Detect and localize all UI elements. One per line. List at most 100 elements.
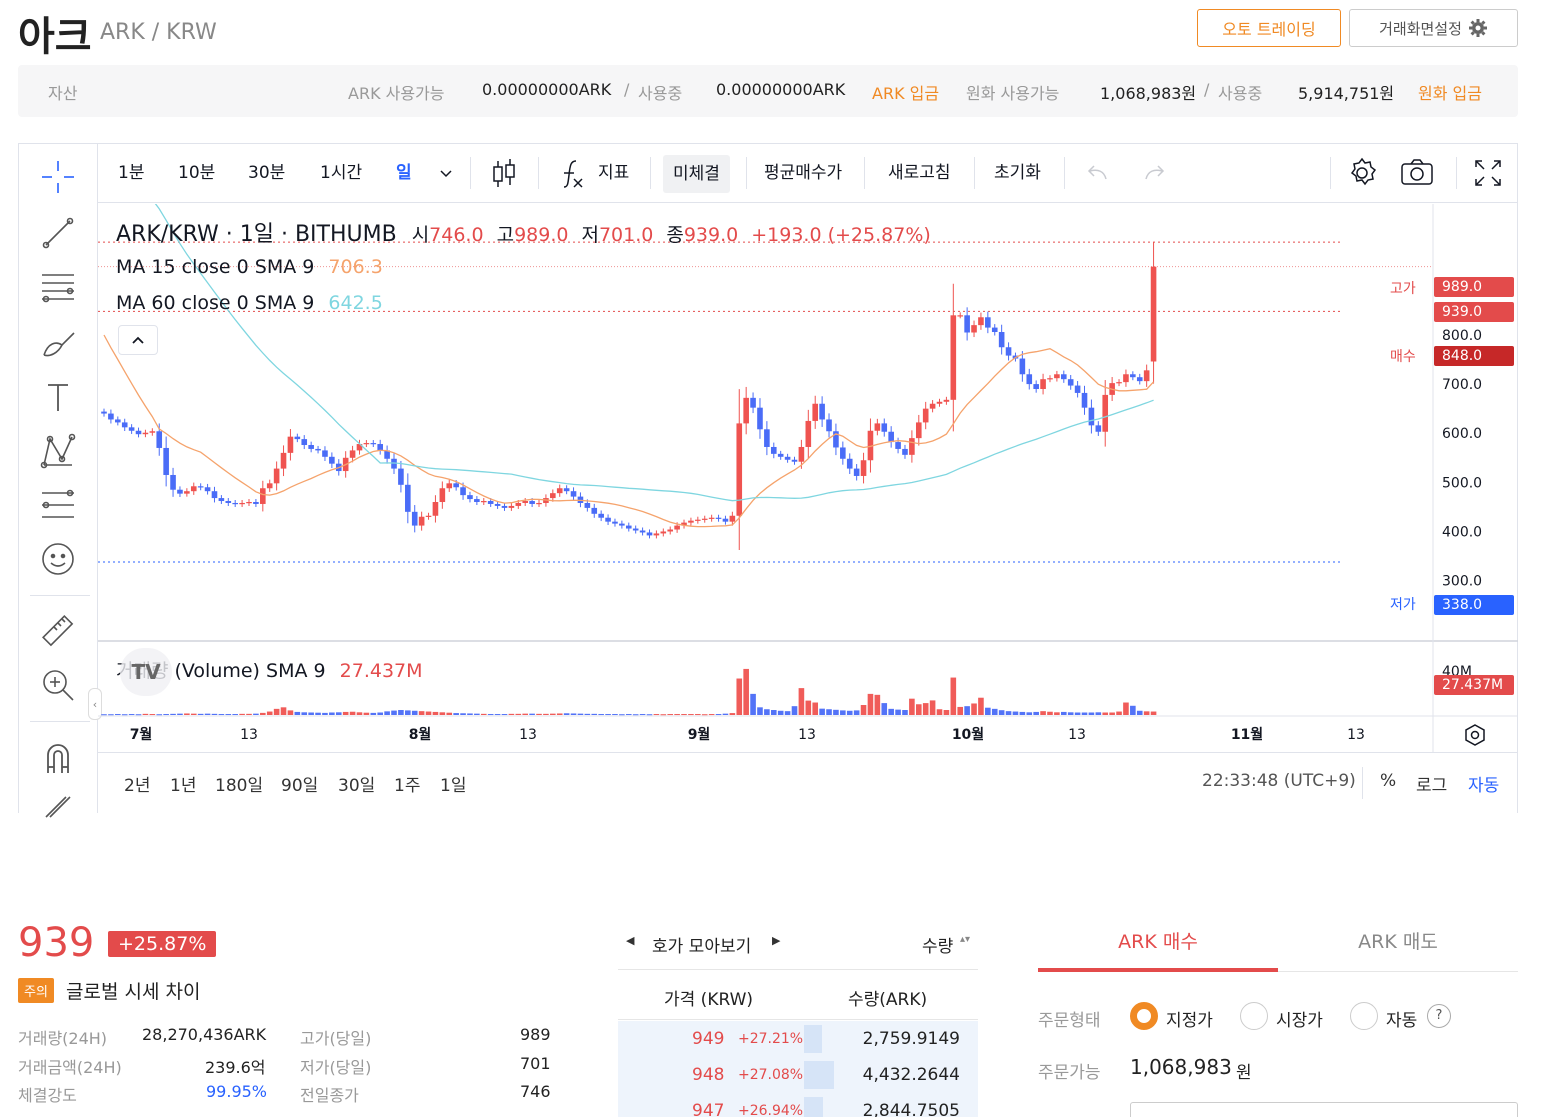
interval-1h[interactable]: 1시간: [320, 143, 362, 203]
crosshair-icon[interactable]: [40, 159, 76, 195]
reset-button[interactable]: 초기화: [994, 143, 1041, 203]
undo-icon[interactable]: [1086, 143, 1110, 203]
x-tick-label: 13: [798, 727, 816, 743]
screenshot-camera-icon[interactable]: [1400, 143, 1434, 203]
y-tick-label: 500.0: [1442, 475, 1482, 491]
volume-bar: [135, 714, 142, 716]
volume-bar: [770, 710, 777, 715]
coin-pair: ARK / KRW: [100, 20, 217, 45]
radio-market[interactable]: [1240, 1002, 1268, 1030]
magnet-icon[interactable]: [40, 741, 76, 777]
candle-body: [819, 403, 825, 420]
orderbook-row[interactable]: 948 +27.08% 4,432.2644: [618, 1057, 978, 1093]
pattern-icon[interactable]: [40, 433, 76, 469]
brush-icon[interactable]: [40, 325, 76, 361]
row-change: +27.08%: [738, 1067, 804, 1083]
candle-body: [405, 484, 411, 512]
volume-bar: [487, 714, 494, 716]
candle-body: [322, 450, 328, 457]
range-1w[interactable]: 1주: [394, 771, 420, 796]
refresh-button[interactable]: 새로고침: [888, 143, 951, 203]
interval-30m[interactable]: 30분: [248, 143, 285, 203]
volume-bar: [294, 711, 301, 715]
auto-trading-button[interactable]: 오토 트레이딩: [1197, 9, 1341, 47]
candle-body: [522, 501, 529, 503]
volume-bar: [439, 712, 446, 715]
krw-in-use-value: 5,914,751원: [1298, 84, 1395, 103]
collapse-legend-chevron-up-icon[interactable]: [118, 325, 158, 355]
indicators-fx-icon[interactable]: [558, 143, 588, 203]
candle-body: [964, 315, 970, 333]
volume-bar: [667, 714, 674, 716]
ark-deposit-link[interactable]: ARK 입금: [872, 80, 939, 104]
trend-line-icon[interactable]: [40, 215, 76, 251]
candle-body: [1116, 382, 1122, 384]
orderbook-row[interactable]: 949 +27.21% 2,759.9149: [618, 1021, 978, 1057]
sort-icon[interactable]: ▴▾: [960, 934, 970, 945]
price-input[interactable]: [1130, 1102, 1518, 1117]
radio-limit[interactable]: [1130, 1002, 1158, 1030]
volume-bar: [598, 714, 604, 716]
legend-high: 989.0: [514, 224, 569, 246]
range-90d[interactable]: 90일: [281, 771, 318, 796]
auto-scale-toggle[interactable]: 자동: [1468, 771, 1499, 796]
avg-buy-price-button[interactable]: 평균매수가: [764, 143, 842, 203]
candle-body: [260, 488, 266, 504]
volume-bar: [287, 710, 294, 715]
candle-body: [563, 488, 570, 492]
ma60-line: [154, 204, 1154, 502]
qty-toggle[interactable]: 수량: [922, 932, 953, 957]
range-1y[interactable]: 1년: [170, 771, 196, 796]
redo-icon[interactable]: [1142, 143, 1166, 203]
candle-body: [957, 315, 964, 317]
interval-dropdown-chevron-down-icon[interactable]: [438, 143, 454, 203]
help-question-icon[interactable]: ?: [1427, 1004, 1451, 1028]
toolbar-divider: [30, 595, 90, 596]
range-30d[interactable]: 30일: [338, 771, 375, 796]
log-scale-toggle[interactable]: 로그: [1416, 771, 1447, 796]
chart-settings-gear-icon[interactable]: [1346, 143, 1378, 203]
orderbook-row[interactable]: 947 +26.94% 2,844.7505: [618, 1093, 978, 1117]
candle-body: [128, 427, 135, 431]
interval-1m[interactable]: 1분: [118, 143, 144, 203]
tab-sell[interactable]: ARK 매도: [1278, 918, 1518, 972]
ruler-icon[interactable]: [40, 613, 76, 649]
unfilled-orders-button[interactable]: 미체결: [663, 155, 730, 193]
time-axis-settings-icon[interactable]: [1462, 722, 1488, 752]
prediction-icon[interactable]: [40, 487, 76, 523]
range-1d[interactable]: 1일: [440, 771, 466, 796]
radio-auto[interactable]: [1350, 1002, 1378, 1030]
text-tool-icon[interactable]: [40, 379, 76, 415]
tab-buy[interactable]: ARK 매수: [1038, 918, 1278, 972]
zoom-in-icon[interactable]: [40, 667, 76, 703]
candle-type-icon[interactable]: [490, 143, 518, 203]
range-180d[interactable]: 180일: [215, 771, 263, 796]
prev-caret-icon[interactable]: ◀: [626, 934, 634, 947]
available-value: 1,068,983: [1130, 1055, 1232, 1079]
volume-bar: [729, 713, 736, 715]
range-2y[interactable]: 2년: [124, 771, 150, 796]
krw-deposit-link[interactable]: 원화 입금: [1418, 80, 1482, 104]
volume-bar: [902, 710, 908, 715]
volume-bar: [1088, 712, 1095, 715]
percent-scale-toggle[interactable]: %: [1380, 771, 1396, 791]
candle-body: [826, 419, 832, 432]
interval-1d[interactable]: 일: [396, 143, 412, 203]
candle-body: [1102, 394, 1109, 432]
volume-bar: [1040, 711, 1046, 715]
candle-body: [135, 430, 142, 435]
ark-available-value: 0.00000000ARK: [482, 80, 612, 99]
fullscreen-icon[interactable]: [1474, 143, 1502, 203]
chart-toolbar: 1분 10분 30분 1시간 일 지표 미체결 평균매수가 새로고침 초기화: [98, 143, 1518, 203]
screen-settings-button[interactable]: 거래화면설정: [1349, 9, 1518, 47]
volume-bar: [777, 710, 784, 715]
interval-10m[interactable]: 10분: [178, 143, 215, 203]
emoji-icon[interactable]: [40, 541, 76, 577]
fib-lines-icon[interactable]: [40, 269, 76, 305]
volume-bar: [128, 714, 135, 716]
indicators-button[interactable]: 지표: [598, 143, 629, 203]
volume-bar: [874, 694, 881, 715]
next-caret-icon[interactable]: ▶: [772, 934, 780, 947]
volume-bar: [840, 710, 846, 715]
pencil-icon[interactable]: [40, 789, 76, 825]
